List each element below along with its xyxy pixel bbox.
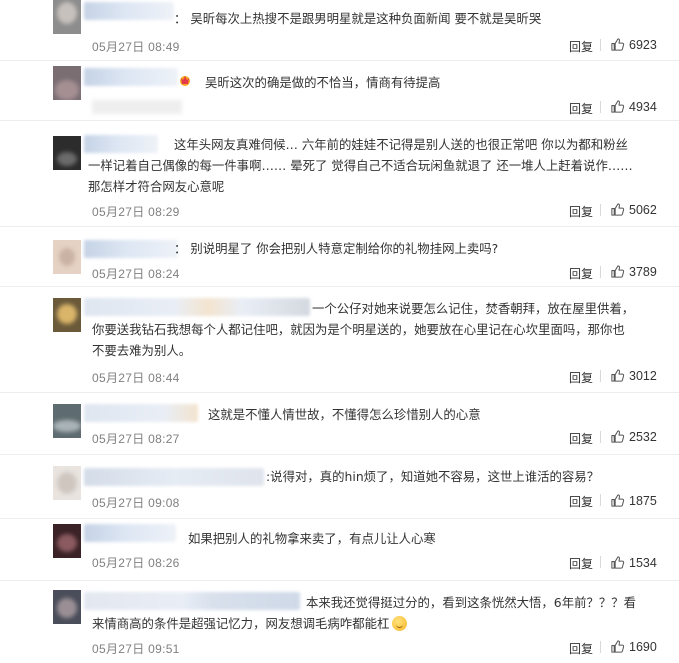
comment-time: 05月27日 08:27 [92, 432, 180, 446]
thumbs-up-icon [611, 556, 625, 569]
like-button[interactable]: 4934 [610, 99, 657, 114]
comment-time: 05月27日 08:24 [92, 267, 180, 281]
like-button[interactable]: 3012 [610, 368, 657, 383]
thumbs-up-icon [611, 369, 625, 382]
comment-item: 如果把别人的礼物拿来卖了，有点儿让人心寒 05月27日 08:26 回复 153… [0, 520, 679, 581]
divider [600, 370, 601, 382]
avatar[interactable] [53, 0, 81, 34]
avatar[interactable] [53, 524, 81, 558]
comment-text: 一个公仔对她来说要怎么记住，焚香朝拜，放在屋里供着，你要送我钻石我想每个人都记住… [92, 301, 635, 358]
reply-button[interactable]: 回复 [569, 493, 593, 510]
reply-button[interactable]: 回复 [569, 640, 593, 657]
reply-button[interactable]: 回复 [569, 369, 593, 386]
divider [600, 431, 601, 443]
comment-text: 如果把别人的礼物拿来卖了，有点儿让人心寒 [188, 531, 436, 546]
avatar[interactable] [53, 466, 81, 500]
like-button[interactable]: 5062 [610, 202, 657, 217]
divider [600, 204, 601, 216]
comment-text: 这年头网友真难伺候… 六年前的娃娃不记得是别人送的也很正常吧 你以为都和粉丝一样… [88, 137, 633, 194]
comment-time: 05月27日 09:51 [92, 642, 180, 656]
thumbs-up-icon [611, 430, 625, 443]
thumbs-up-icon [611, 265, 625, 278]
like-count: 1534 [629, 555, 657, 570]
comment-text: ： 吴昕每次上热搜不是跟男明星就是这种负面新闻 要不就是吴昕哭 [174, 11, 542, 26]
comment-item: 这年头网友真难伺候… 六年前的娃娃不记得是别人送的也很正常吧 你以为都和粉丝一样… [0, 122, 679, 227]
comment-item: 吴昕这次的确是做的不恰当，情商有待提高 回复 4934 [0, 62, 679, 121]
reply-button[interactable]: 回复 [569, 38, 593, 55]
thumbs-up-icon [611, 100, 625, 113]
reply-button[interactable]: 回复 [569, 430, 593, 447]
like-count: 2532 [629, 429, 657, 444]
divider [600, 101, 601, 113]
avatar[interactable] [53, 66, 81, 100]
thumbs-up-icon [611, 38, 625, 51]
avatar[interactable] [53, 404, 81, 438]
like-count: 3789 [629, 264, 657, 279]
avatar[interactable] [53, 136, 81, 170]
username-blurred[interactable] [84, 68, 178, 86]
like-count: 4934 [629, 99, 657, 114]
comment-item: 一个公仔对她来说要怎么记住，焚香朝拜，放在屋里供着，你要送我钻石我想每个人都记住… [0, 288, 679, 393]
comment-time: 05月27日 08:26 [92, 556, 180, 570]
comment-time: 05月27日 08:29 [92, 205, 180, 219]
like-count: 1875 [629, 493, 657, 508]
reply-button[interactable]: 回复 [569, 265, 593, 282]
divider [600, 266, 601, 278]
reply-button[interactable]: 回复 [569, 555, 593, 572]
comment-item: :说得对，真的hin烦了，知道她不容易，这世上谁活的容易？ 05月27日 09:… [0, 456, 679, 519]
avatar[interactable] [53, 298, 81, 332]
comment-text: 本来我还觉得挺过分的，看到这条恍然大悟，6年前？？？看来情商高的条件是超强记忆力… [92, 595, 637, 631]
like-button[interactable]: 3789 [610, 264, 657, 279]
comment-list: ： 吴昕每次上热搜不是跟男明星就是这种负面新闻 要不就是吴昕哭 05月27日 0… [0, 0, 679, 663]
comment-item: 这就是不懂人情世故，不懂得怎么珍惜别人的心意 05月27日 08:27 回复 2… [0, 394, 679, 455]
avatar[interactable] [53, 590, 81, 624]
comment-text: 这就是不懂人情世故，不懂得怎么珍惜别人的心意 [208, 407, 481, 422]
username-blurred[interactable] [84, 468, 264, 486]
thumbs-up-icon [611, 494, 625, 507]
like-button[interactable]: 2532 [610, 429, 657, 444]
avatar[interactable] [53, 240, 81, 274]
thumbs-up-icon [611, 203, 625, 216]
like-count: 5062 [629, 202, 657, 217]
comment-text: ： 别说明星了 你会把别人特意定制给你的礼物挂网上卖吗? [174, 241, 499, 256]
comment-item: ： 别说明星了 你会把别人特意定制给你的礼物挂网上卖吗? 05月27日 08:2… [0, 228, 679, 287]
divider [600, 39, 601, 51]
username-blurred[interactable] [84, 524, 176, 542]
like-count: 3012 [629, 368, 657, 383]
like-button[interactable]: 1690 [610, 639, 657, 654]
like-button[interactable]: 1534 [610, 555, 657, 570]
comment-text: :说得对，真的hin烦了，知道她不容易，这世上谁活的容易？ [266, 469, 600, 484]
comment-time: 05月27日 08:44 [92, 371, 180, 385]
comment-item: ： 吴昕每次上热搜不是跟男明星就是这种负面新闻 要不就是吴昕哭 05月27日 0… [0, 0, 679, 61]
comment-time: 05月27日 09:08 [92, 496, 180, 510]
comment-item: 本来我还觉得挺过分的，看到这条恍然大悟，6年前？？？看来情商高的条件是超强记忆力… [0, 582, 679, 663]
grin-emoji-icon [392, 616, 408, 631]
divider [600, 494, 601, 506]
thumbs-up-icon [611, 640, 625, 653]
comment-text: 吴昕这次的确是做的不恰当，情商有待提高 [205, 75, 441, 90]
divider [600, 641, 601, 653]
like-count: 1690 [629, 639, 657, 654]
like-button[interactable]: 6923 [610, 37, 657, 52]
reply-button[interactable]: 回复 [569, 100, 593, 117]
vip-crown-icon [180, 76, 190, 86]
divider [600, 556, 601, 568]
username-blurred[interactable] [84, 404, 198, 422]
comment-time [92, 100, 182, 114]
like-count: 6923 [629, 37, 657, 52]
like-button[interactable]: 1875 [610, 493, 657, 508]
comment-time: 05月27日 08:49 [92, 40, 180, 54]
reply-button[interactable]: 回复 [569, 203, 593, 220]
